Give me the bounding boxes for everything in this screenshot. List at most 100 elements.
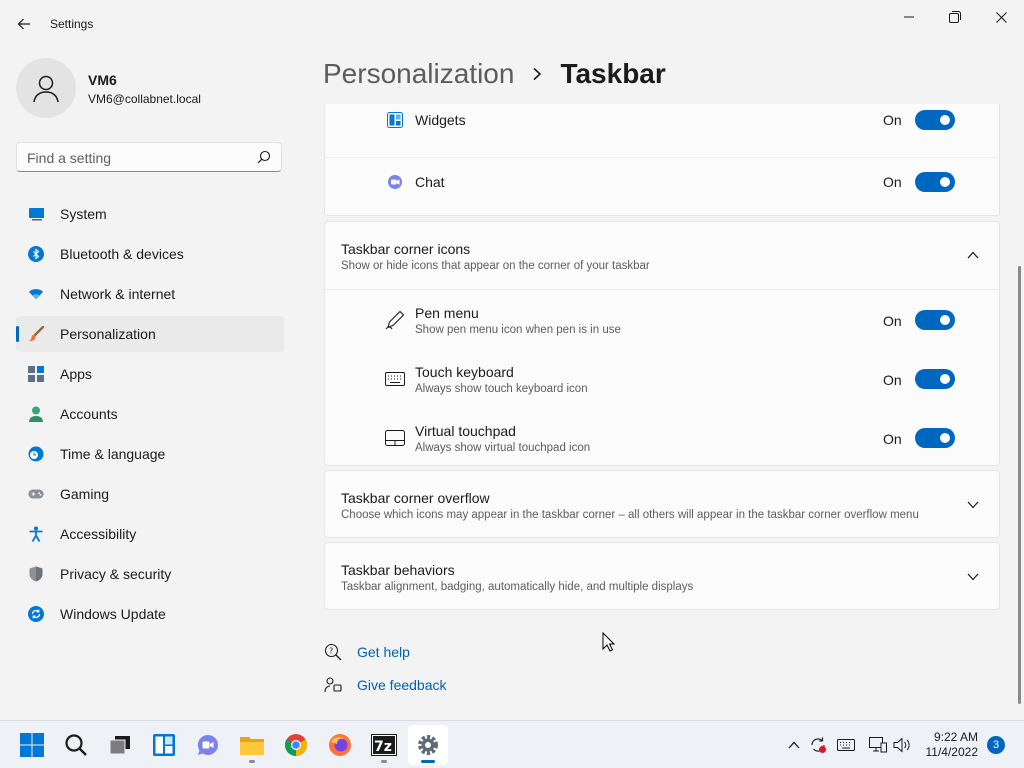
pen-menu-toggle[interactable]	[915, 310, 955, 330]
corner-icons-header[interactable]: Taskbar corner icons Show or hide icons …	[325, 222, 999, 289]
touch-keyboard-subtitle: Always show touch keyboard icon	[415, 383, 588, 395]
pen-menu-subtitle: Show pen menu icon when pen is in use	[415, 324, 621, 336]
sidebar-item-accessibility[interactable]: Accessibility	[16, 516, 284, 552]
update-icon	[28, 606, 44, 622]
person-icon	[33, 75, 59, 103]
sidebar-item-windows-update[interactable]: Windows Update	[16, 596, 284, 632]
toggle-knob	[940, 433, 950, 443]
title-bar: Settings	[0, 0, 1024, 48]
monitor-icon	[28, 206, 44, 222]
sidebar-item-apps[interactable]: Apps	[16, 356, 284, 392]
sidebar-item-label: Personalization	[60, 326, 156, 342]
touch-keyboard-toggle[interactable]	[915, 369, 955, 389]
chat-taskbar-button[interactable]	[188, 725, 228, 765]
corner-overflow-subtitle: Choose which icons may appear in the tas…	[341, 509, 919, 521]
sidebar-item-privacy-security[interactable]: Privacy & security	[16, 556, 284, 592]
virtual-touchpad-toggle[interactable]	[915, 428, 955, 448]
user-email: VM6@collabnet.local	[88, 92, 201, 106]
wifi-icon	[28, 286, 44, 302]
settings-content: Widgets On Chat On Taskbar corner icons …	[324, 104, 1000, 718]
sidebar-item-network[interactable]: Network & internet	[16, 276, 284, 312]
corner-icons-title: Taskbar corner icons	[341, 241, 471, 257]
settings-taskbar-button[interactable]	[408, 725, 448, 765]
bluetooth-icon	[28, 246, 44, 262]
close-button[interactable]	[978, 4, 1024, 30]
pen-icon	[385, 310, 405, 330]
firefox-button[interactable]	[320, 725, 360, 765]
scrollbar[interactable]	[1018, 266, 1021, 704]
get-help-link[interactable]: ? Get help	[323, 642, 410, 662]
back-button[interactable]	[12, 12, 36, 36]
accessibility-icon	[28, 526, 44, 542]
behaviors-title: Taskbar behaviors	[341, 562, 455, 578]
taskbar-search-button[interactable]	[56, 725, 96, 765]
chevron-down-icon[interactable]	[965, 569, 981, 585]
sidebar-item-gaming[interactable]: Gaming	[16, 476, 284, 512]
search-placeholder: Find a setting	[27, 150, 112, 166]
widgets-toggle[interactable]	[915, 110, 955, 130]
start-button[interactable]	[12, 725, 52, 765]
minimize-button[interactable]	[886, 4, 932, 30]
sidebar-item-system[interactable]: System	[16, 196, 284, 232]
breadcrumb-parent[interactable]: Personalization	[323, 58, 514, 90]
show-hidden-icons-button[interactable]	[784, 735, 804, 755]
tray-volume-button[interactable]	[892, 735, 912, 755]
virtual-touchpad-state: On	[883, 431, 902, 447]
mouse-cursor-icon	[602, 631, 616, 657]
chevron-up-icon[interactable]	[965, 247, 981, 263]
keyboard-icon	[385, 369, 405, 389]
user-name: VM6	[88, 72, 117, 88]
touch-keyboard-row: Touch keyboard Always show touch keyboar…	[325, 349, 999, 408]
system-clock[interactable]: 9:22 AM 11/4/2022	[912, 730, 979, 760]
search-icon	[65, 734, 87, 756]
firefox-icon	[329, 734, 351, 756]
task-view-button[interactable]	[100, 725, 140, 765]
sidebar-item-personalization[interactable]: Personalization	[16, 316, 284, 352]
7zip-button[interactable]: 7z	[364, 725, 404, 765]
apps-icon	[28, 366, 44, 382]
clock-date: 11/4/2022	[925, 745, 979, 759]
widgets-taskbar-button[interactable]	[144, 725, 184, 765]
svg-text:?: ?	[329, 647, 333, 656]
person-icon	[28, 406, 44, 422]
sidebar-item-bluetooth[interactable]: Bluetooth & devices	[16, 236, 284, 272]
pen-menu-title: Pen menu	[415, 305, 479, 321]
sidebar-item-time-language[interactable]: Time & language	[16, 436, 284, 472]
maximize-button[interactable]	[932, 4, 978, 30]
virtual-touchpad-subtitle: Always show virtual touchpad icon	[415, 442, 591, 454]
chat-icon	[197, 734, 218, 755]
chat-toggle[interactable]	[915, 172, 955, 192]
sidebar-item-label: Gaming	[60, 486, 110, 502]
touch-keyboard-title: Touch keyboard	[415, 364, 514, 380]
svg-text:7z: 7z	[374, 739, 392, 755]
restore-icon	[949, 11, 961, 23]
active-indicator	[16, 326, 19, 342]
corner-icons-card: Taskbar corner icons Show or hide icons …	[324, 221, 1000, 466]
notification-badge[interactable]: 3	[987, 736, 1005, 754]
close-icon	[995, 11, 1007, 23]
chrome-button[interactable]	[276, 725, 316, 765]
chat-icon	[385, 172, 405, 192]
give-feedback-label: Give feedback	[357, 677, 447, 693]
file-explorer-button[interactable]	[232, 725, 272, 765]
search-icon[interactable]	[257, 150, 271, 169]
running-indicator	[381, 760, 387, 763]
arrow-left-icon	[17, 18, 30, 30]
tray-sync-button[interactable]	[808, 735, 828, 755]
toggle-knob	[940, 374, 950, 384]
tray-network-button[interactable]	[868, 735, 888, 755]
behaviors-card[interactable]: Taskbar behaviors Taskbar alignment, bad…	[324, 542, 1000, 610]
widgets-icon	[385, 110, 405, 130]
tray-keyboard-button[interactable]	[836, 735, 856, 755]
corner-overflow-card[interactable]: Taskbar corner overflow Choose which ico…	[324, 470, 1000, 538]
give-feedback-link[interactable]: Give feedback	[323, 675, 447, 695]
virtual-touchpad-row: Virtual touchpad Always show virtual tou…	[325, 408, 999, 467]
search-input[interactable]: Find a setting	[16, 142, 282, 172]
sidebar-nav: System Bluetooth & devices Network & int…	[16, 196, 284, 636]
touchpad-icon	[385, 428, 405, 448]
chevron-down-icon[interactable]	[965, 497, 981, 513]
page-title: Taskbar	[560, 58, 666, 89]
sidebar-item-accounts[interactable]: Accounts	[16, 396, 284, 432]
avatar[interactable]	[16, 58, 76, 118]
sidebar-item-label: Windows Update	[60, 606, 166, 622]
